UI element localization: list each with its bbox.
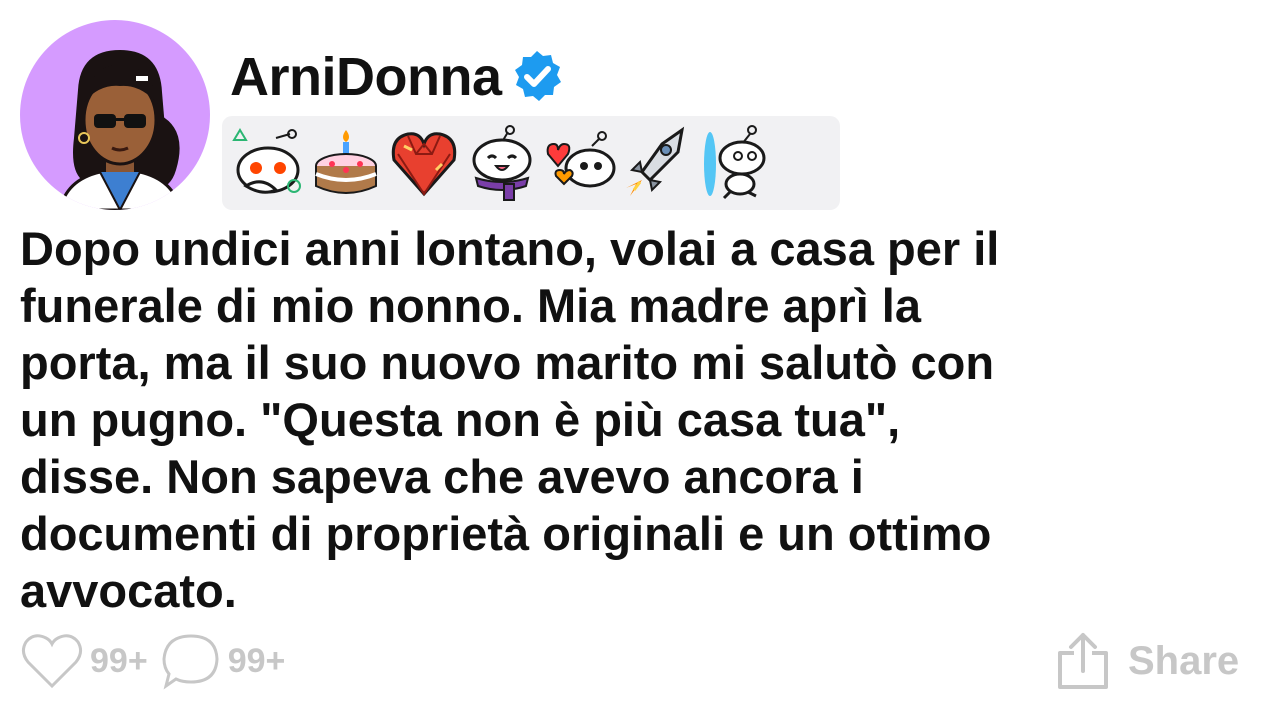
snoo-peeking-badge-icon: [230, 122, 306, 204]
badge-strip: [222, 116, 840, 210]
share-icon: [1058, 633, 1108, 689]
snoo-heart-balloons-badge-icon: [542, 122, 618, 204]
like-button[interactable]: 99+: [20, 632, 148, 690]
share-button[interactable]: Share: [1056, 626, 1239, 696]
comment-count: 99+: [227, 641, 286, 680]
username[interactable]: ArniDonna: [230, 50, 502, 104]
avatar-illustration: [58, 50, 182, 210]
crystal-heart-badge-icon: [386, 122, 462, 204]
comment-bubble-icon: [162, 634, 219, 690]
author-header: ArniDonna: [230, 44, 566, 110]
comment-button[interactable]: 99+: [160, 632, 286, 690]
birthday-cake-badge-icon: [308, 122, 384, 204]
post-body: Dopo undici anni lontano, volai a casa p…: [20, 222, 1000, 617]
verified-badge-icon: [508, 48, 566, 106]
like-count: 99+: [90, 641, 148, 680]
post-actions: 99+ 99+: [20, 628, 297, 694]
snoo-scarf-badge-icon: [464, 122, 540, 204]
avatar[interactable]: [20, 20, 210, 210]
share-label: Share: [1128, 638, 1240, 683]
snoo-portal-badge-icon: [698, 122, 774, 204]
rocket-badge-icon: [620, 122, 696, 204]
heart-icon: [21, 634, 83, 689]
